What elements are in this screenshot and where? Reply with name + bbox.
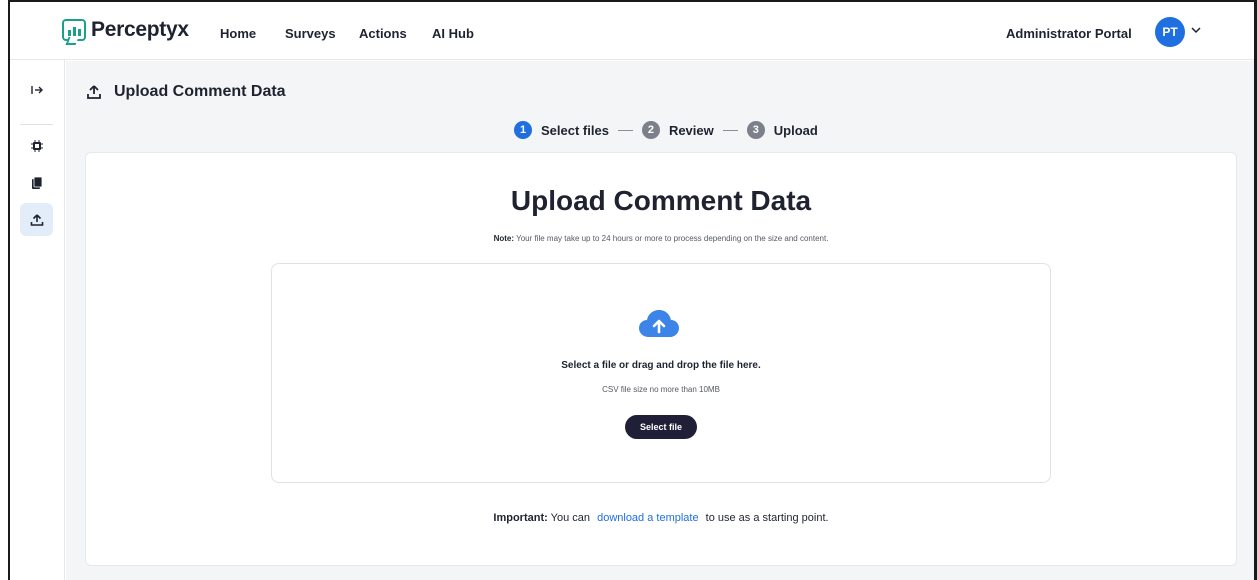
step-1-label: Select files [541,122,609,138]
sidebar-item-ai[interactable] [20,129,53,162]
file-size-hint: CSV file size no more than 10MB [602,385,720,394]
step-3-label: Upload [773,122,818,138]
expand-icon [30,85,43,94]
step-separator [722,129,738,131]
dropzone-instruction: Select a file or drag and drop the file … [561,360,761,371]
upload-card: Upload Comment Data Note: Your file may … [85,152,1237,566]
page-header: Upload Comment Data [86,83,286,101]
copy-icon [31,176,42,189]
nav-home[interactable]: Home [220,26,256,41]
important-label: Important: [493,512,548,524]
step-separator [617,129,633,131]
nav-surveys[interactable]: Surveys [285,26,336,41]
page-title: Upload Comment Data [114,83,286,100]
upload-title: Upload Comment Data [510,185,812,216]
step-2-number: 2 [641,121,660,139]
brand-name: Perceptyx [91,18,189,41]
sidebar-item-documents[interactable] [20,166,53,199]
brand[interactable]: Perceptyx [62,18,189,42]
step-2-label: Review [668,122,714,138]
sidebar-item-upload[interactable] [20,203,53,236]
sidebar-expand-button[interactable] [20,73,53,106]
chevron-down-icon[interactable] [1190,24,1202,36]
important-pre: You can [550,512,591,524]
upload-icon [87,85,101,99]
upload-icon [30,213,43,226]
cloud-upload-icon [639,310,679,337]
nav-ai-hub[interactable]: AI Hub [432,26,474,41]
template-hint: Important: You can download a template t… [86,512,1236,524]
sidebar [10,60,65,580]
select-file-button[interactable]: Select file [625,415,697,439]
step-1-number: 1 [514,121,532,139]
nav-actions[interactable]: Actions [359,26,407,41]
download-template-link[interactable]: download a template [597,512,699,524]
brand-logo-icon [62,19,86,41]
processing-note: Note: Your file may take up to 24 hours … [86,234,1236,243]
top-navigation: Perceptyx Home Surveys Actions AI Hub Ad… [10,2,1254,60]
administrator-portal-link[interactable]: Administrator Portal [1006,26,1132,41]
stepper: 1 Select files 2 Review 3 Upload [514,121,818,139]
chip-icon [30,139,43,152]
note-label: Note: [493,234,515,243]
file-dropzone[interactable]: Select a file or drag and drop the file … [271,263,1051,483]
important-post: to use as a starting point. [705,512,829,524]
step-3-number: 3 [746,121,765,139]
sidebar-divider [20,124,53,125]
note-text: Your file may take up to 24 hours or mor… [516,234,829,243]
avatar[interactable]: PT [1155,17,1185,47]
main-content: Upload Comment Data 1 Select files 2 Rev… [66,61,1254,580]
